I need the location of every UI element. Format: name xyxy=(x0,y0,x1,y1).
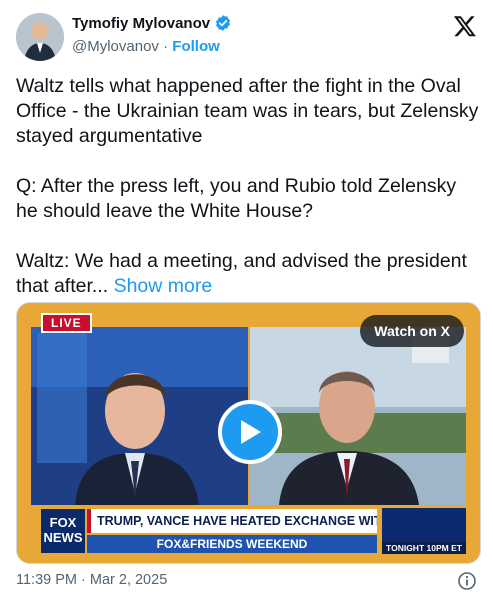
info-icon[interactable] xyxy=(457,571,477,591)
video-thumbnail[interactable]: LIVE Watch on X FOX NEWS TRUMP, VANCE HA… xyxy=(16,302,481,564)
network-logo: FOX NEWS xyxy=(41,509,85,553)
play-button[interactable] xyxy=(218,400,282,464)
tweet-timestamp[interactable]: 11:39 PM · Mar 2, 2025 xyxy=(16,572,167,588)
tweet-paragraph: Q: After the press left, you and Rubio t… xyxy=(16,175,457,222)
tweet-paragraph-last: Waltz: We had a meeting, and advised the… xyxy=(16,249,481,299)
tweet-paragraph-truncated: Waltz: We had a meeting, and advised the… xyxy=(16,250,467,297)
author-handle-row: @Mylovanov · Follow xyxy=(72,38,220,55)
show-more-link[interactable]: Show more xyxy=(114,275,213,297)
show-name-bar: FOX&FRIENDS WEEKEND xyxy=(87,535,377,553)
author-handle[interactable]: @Mylovanov xyxy=(72,38,159,55)
handle-separator: · xyxy=(158,38,173,55)
verified-badge-icon xyxy=(214,14,232,32)
author-avatar[interactable] xyxy=(16,13,64,61)
tweet-paragraph: Waltz tells what happened after the figh… xyxy=(16,75,479,147)
author-display-name[interactable]: Tymofiy Mylovanov xyxy=(72,15,210,32)
live-badge: LIVE xyxy=(41,313,92,333)
play-icon xyxy=(237,418,263,446)
tweet-text: Waltz tells what happened after the figh… xyxy=(16,74,481,299)
show-promo: TONIGHT 10PM ET xyxy=(382,508,466,554)
follow-button[interactable]: Follow xyxy=(172,38,220,55)
promo-text: TONIGHT 10PM ET xyxy=(382,542,466,554)
author-name-row[interactable]: Tymofiy Mylovanov xyxy=(72,14,232,32)
watch-on-x-button[interactable]: Watch on X xyxy=(360,315,464,347)
headline-chyron: TRUMP, VANCE HAVE HEATED EXCHANGE WITH Z… xyxy=(87,509,377,533)
x-logo-icon[interactable] xyxy=(453,14,477,38)
tweet-card: Tymofiy Mylovanov @Mylovanov · Follow Wa… xyxy=(0,0,493,602)
